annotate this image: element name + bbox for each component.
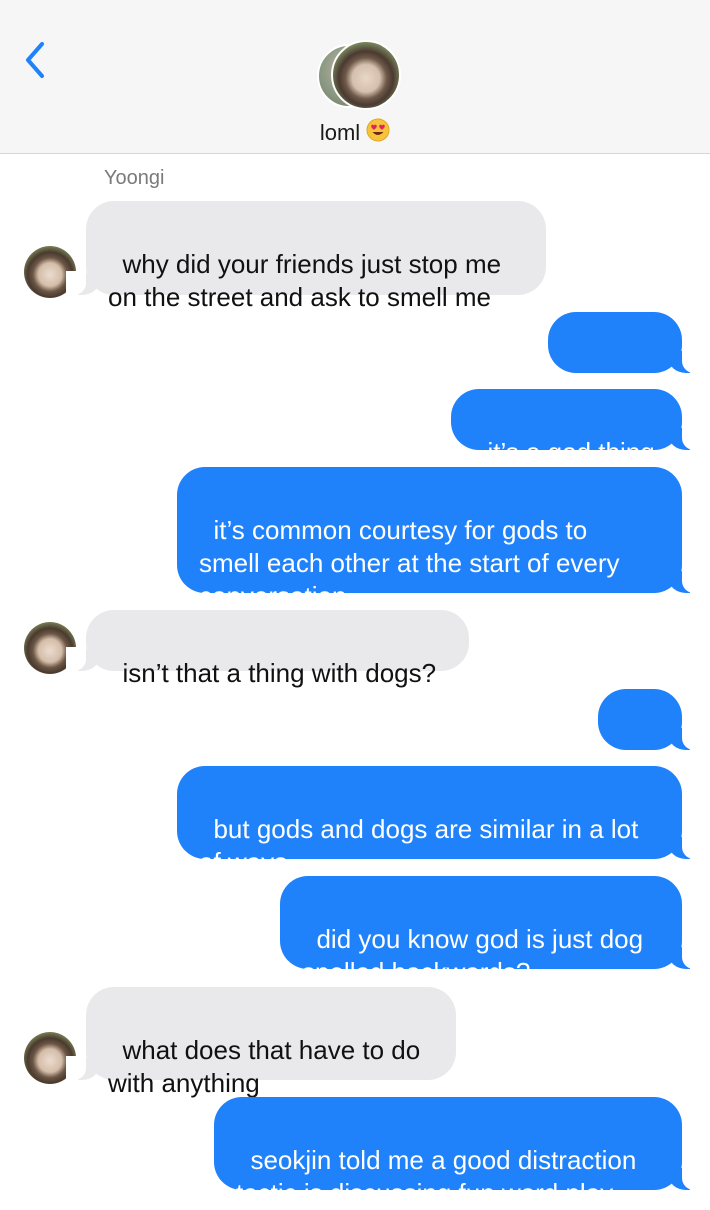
message-bubble-outgoing[interactable]: but gods and dogs are similar in a lot o…	[177, 766, 702, 877]
message-text: it’s a god thing	[487, 437, 655, 467]
message-bubble-outgoing[interactable]: yes	[598, 689, 702, 800]
message-bubble-outgoing[interactable]: did you know god is just dog spelled bac…	[280, 876, 702, 987]
message-bubble-outgoing[interactable]: seokjin told me a good distraction tacti…	[214, 1097, 702, 1208]
message-bubble-outgoing[interactable]: it’s common courtesy for gods to smell e…	[177, 467, 702, 611]
conversation-header: loml	[0, 0, 710, 154]
message-text: seokjin told me a good distraction tacti…	[236, 1145, 637, 1208]
back-chevron-icon[interactable]	[18, 38, 52, 82]
message-text: but gods and dogs are similar in a lot o…	[199, 814, 639, 877]
contact-name: loml	[319, 120, 361, 145]
message-bubble-incoming[interactable]: what does that have to do with anything	[66, 987, 456, 1098]
message-text: why did your friends just stop me on the…	[108, 249, 502, 312]
message-text: what does that have to do with anything	[108, 1035, 421, 1098]
message-text: did you know god is just dog spelled bac…	[302, 924, 644, 987]
sender-label: Yoongi	[104, 167, 165, 189]
heart-eyes-emoji-icon	[366, 118, 390, 148]
contact-name-row[interactable]: loml	[0, 118, 710, 148]
message-text: it’s common courtesy for gods to smell e…	[199, 515, 620, 611]
contact-avatar[interactable]	[313, 40, 403, 110]
message-bubble-incoming[interactable]: why did your friends just stop me on the…	[66, 201, 546, 312]
message-text: isn’t that a thing with dogs?	[122, 658, 437, 688]
message-bubble-incoming[interactable]: isn’t that a thing with dogs?	[66, 610, 469, 688]
message-bubble-outgoing[interactable]: it’s a god thing	[451, 389, 702, 467]
contact-avatar-primary	[331, 40, 401, 110]
message-bubble-outgoing[interactable]: uhhhhh	[548, 312, 702, 423]
